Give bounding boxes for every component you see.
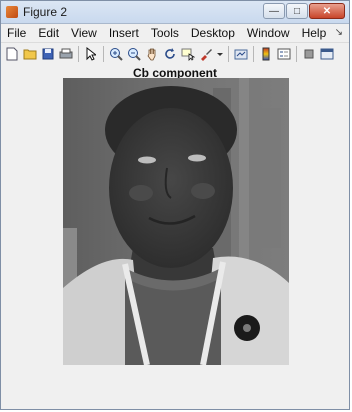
new-file-icon[interactable] (5, 47, 19, 61)
rotate-3d-icon[interactable] (163, 47, 177, 61)
brush-icon[interactable] (199, 47, 213, 61)
figure-canvas[interactable]: Cb component (1, 64, 349, 409)
figure-window: Figure 2 — □ ✕ File Edit View Insert Too… (0, 0, 350, 410)
figure-toolbar (1, 43, 349, 66)
menubar-dock-arrow-icon[interactable]: ↘ (335, 27, 343, 38)
zoom-in-icon[interactable] (109, 47, 123, 61)
pan-hand-icon[interactable] (145, 47, 159, 61)
toolbar-separator (78, 46, 79, 62)
title-bar[interactable]: Figure 2 — □ ✕ (1, 1, 349, 24)
maximize-button[interactable]: □ (286, 3, 308, 19)
minimize-button[interactable]: — (263, 3, 285, 19)
menu-file[interactable]: File (7, 26, 26, 40)
menu-window[interactable]: Window (247, 26, 290, 40)
brush-dropdown-arrow-icon[interactable] (217, 47, 223, 61)
window-controls: — □ ✕ (263, 3, 345, 19)
legend-icon[interactable] (277, 47, 291, 61)
zoom-out-icon[interactable] (127, 47, 141, 61)
portrait-grayscale-icon (63, 78, 289, 365)
toolbar-separator (296, 46, 297, 62)
toolbar-separator (228, 46, 229, 62)
menu-edit[interactable]: Edit (38, 26, 59, 40)
data-cursor-icon[interactable] (181, 47, 195, 61)
show-tools-icon[interactable] (320, 47, 334, 61)
open-folder-icon[interactable] (23, 47, 37, 61)
matlab-app-icon (6, 6, 18, 18)
link-plot-icon[interactable] (234, 47, 248, 61)
pointer-icon[interactable] (84, 47, 98, 61)
menu-view[interactable]: View (71, 26, 97, 40)
menu-tools[interactable]: Tools (151, 26, 179, 40)
menu-help[interactable]: Help (302, 26, 327, 40)
menu-insert[interactable]: Insert (109, 26, 139, 40)
window-title: Figure 2 (23, 5, 68, 19)
print-icon[interactable] (59, 47, 73, 61)
close-button[interactable]: ✕ (309, 3, 345, 19)
toolbar-separator (253, 46, 254, 62)
menu-desktop[interactable]: Desktop (191, 26, 235, 40)
colorbar-icon[interactable] (259, 47, 273, 61)
toolbar-separator (103, 46, 104, 62)
hide-tools-icon[interactable] (302, 47, 316, 61)
cb-component-image[interactable] (63, 78, 289, 365)
save-icon[interactable] (41, 47, 55, 61)
menu-bar: File Edit View Insert Tools Desktop Wind… (1, 24, 349, 43)
